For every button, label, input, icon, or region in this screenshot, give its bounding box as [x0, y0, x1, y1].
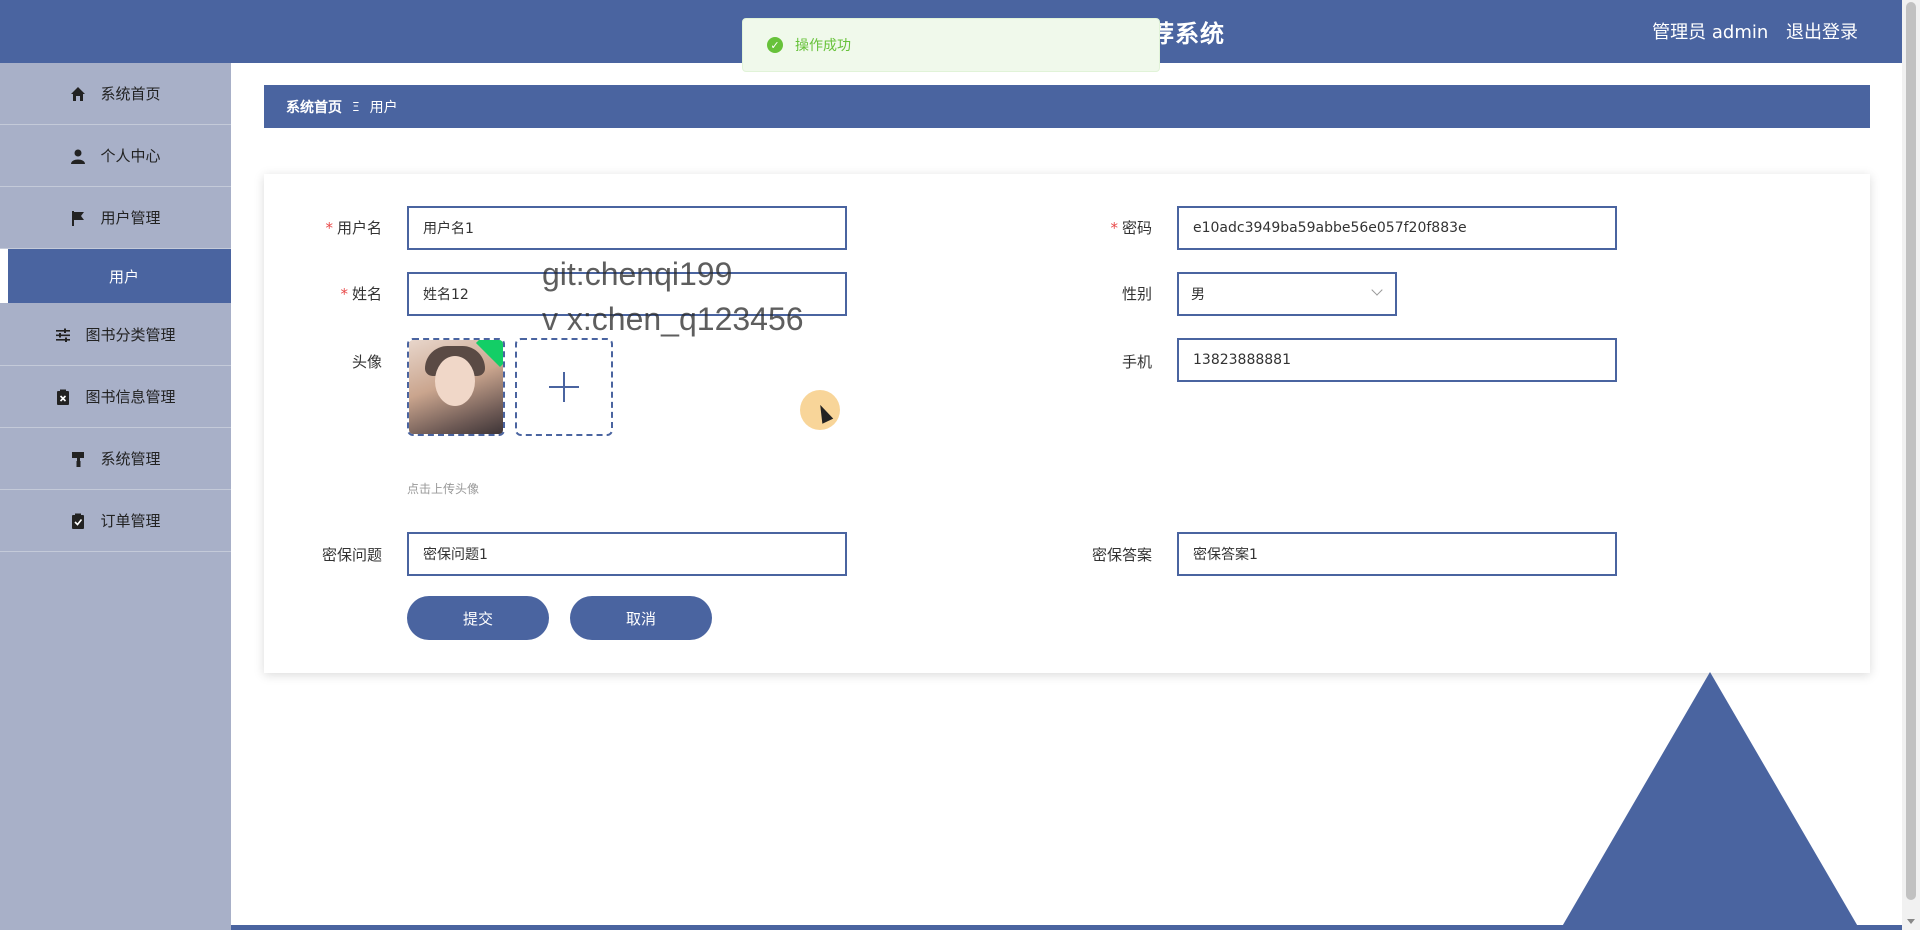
breadcrumb-separator-icon: Ξ [352, 99, 360, 114]
sidebar-item-label: 系统首页 [100, 85, 161, 103]
scroll-down-icon[interactable] [1907, 919, 1915, 924]
clipboard-x-icon [55, 389, 71, 405]
sidebar-item-label: 用户管理 [100, 209, 161, 227]
person-icon [70, 148, 86, 164]
security-answer-label: 密保答案 [1091, 546, 1152, 564]
password-label: * 密码 [1110, 219, 1152, 237]
sliders-icon [55, 327, 71, 343]
sidebar-subitem-user[interactable]: 用户 [0, 249, 231, 303]
sidebar-item-orders[interactable]: 订单管理 [0, 490, 231, 552]
chevron-down-icon [1371, 284, 1383, 296]
sidebar-item-user-management[interactable]: 用户管理 [0, 187, 231, 249]
toast-message: 操作成功 [795, 38, 851, 54]
sidebar-item-system[interactable]: 系统管理 [0, 428, 231, 490]
security-answer-input[interactable] [1177, 532, 1617, 576]
gender-select[interactable]: 男 [1177, 272, 1397, 316]
avatar-upload-button[interactable] [515, 338, 613, 436]
sidebar-item-home[interactable]: 系统首页 [0, 63, 231, 125]
avatar-label: 头像 [351, 353, 382, 371]
sidebar-item-book-category[interactable]: 图书分类管理 [0, 304, 231, 366]
security-question-input[interactable] [407, 532, 847, 576]
sidebar: 系统首页 个人中心 用户管理 用户 图书分类管理 图书信息管理 系统管理 订单管… [0, 63, 231, 930]
gender-label: 性别 [1121, 285, 1152, 303]
sidebar-item-label: 图书分类管理 [85, 326, 176, 344]
avatar-image [409, 340, 503, 434]
breadcrumb-current: 用户 [369, 99, 398, 116]
admin-label: 管理员 admin [1652, 22, 1769, 43]
phone-label: 手机 [1121, 353, 1152, 371]
clipboard-check-icon [70, 513, 86, 529]
username-input[interactable] [407, 206, 847, 250]
check-circle-icon: ✓ [767, 37, 783, 53]
sidebar-item-label: 系统管理 [100, 450, 161, 468]
home-icon [70, 86, 86, 102]
user-area: 管理员 admin 退出登录 [1640, 18, 1858, 44]
name-label: * 姓名 [340, 285, 382, 303]
password-input[interactable] [1177, 206, 1617, 250]
user-form-card: *用户名 *密码 *姓名 性别 男 头像 手机 点击上传头像 密保问题 密保答案… [264, 174, 1870, 673]
sidebar-item-label: 用户 [109, 267, 140, 286]
watermark-line-2: v x:chen_q123456 [542, 301, 804, 337]
breadcrumb-home[interactable]: 系统首页 [286, 97, 342, 117]
success-toast: ✓ 操作成功 [742, 18, 1160, 72]
sidebar-item-book-info[interactable]: 图书信息管理 [0, 366, 231, 428]
sidebar-item-profile[interactable]: 个人中心 [0, 125, 231, 187]
scroll-thumb[interactable] [1906, 2, 1916, 900]
sidebar-item-label: 个人中心 [100, 147, 161, 165]
watermark-line-1: git:chenqi199 [542, 256, 733, 292]
gender-value: 男 [1191, 287, 1205, 303]
cancel-button[interactable]: 取消 [570, 596, 712, 640]
avatar-thumbnail[interactable] [407, 338, 505, 436]
phone-input[interactable] [1177, 338, 1617, 382]
logout-link[interactable]: 退出登录 [1786, 22, 1858, 43]
vertical-scrollbar[interactable] [1902, 0, 1920, 930]
sidebar-item-label: 订单管理 [100, 512, 161, 530]
upload-tip: 点击上传头像 [407, 482, 480, 496]
security-question-label: 密保问题 [321, 546, 382, 564]
system-title: 荐系统 [1150, 20, 1225, 48]
bottom-border [231, 925, 1902, 930]
username-label: * 用户名 [325, 219, 382, 237]
flag-icon [70, 210, 86, 226]
submit-button[interactable]: 提交 [407, 596, 549, 640]
breadcrumb: 系统首页 Ξ 用户 [264, 85, 1870, 128]
decorative-triangle [1560, 672, 1860, 930]
sidebar-item-label: 图书信息管理 [85, 388, 176, 406]
paint-roller-icon [70, 451, 86, 467]
